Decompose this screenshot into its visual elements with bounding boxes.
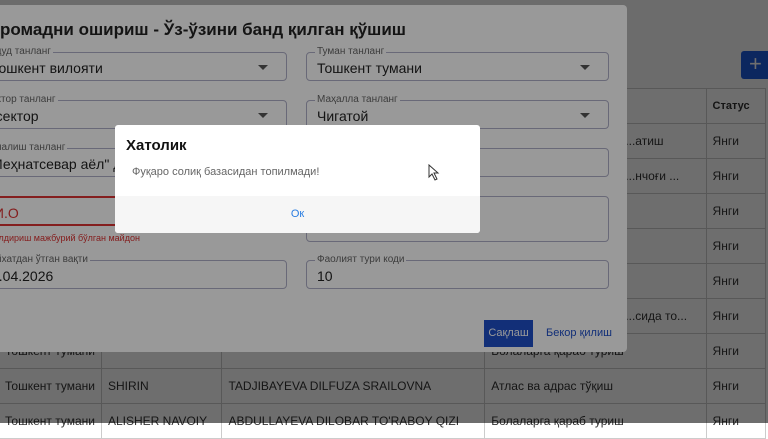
ok-button[interactable]: Ок: [115, 208, 480, 220]
dialog-footer: Ок: [115, 196, 480, 233]
mouse-cursor-icon: [428, 164, 440, 181]
dialog-title: Хатолик: [126, 137, 187, 154]
error-dialog: Хатолик Фуқаро солиқ базасидан топилмади…: [115, 125, 480, 233]
dialog-message: Фуқаро солиқ базасидан топилмади!: [132, 166, 320, 178]
